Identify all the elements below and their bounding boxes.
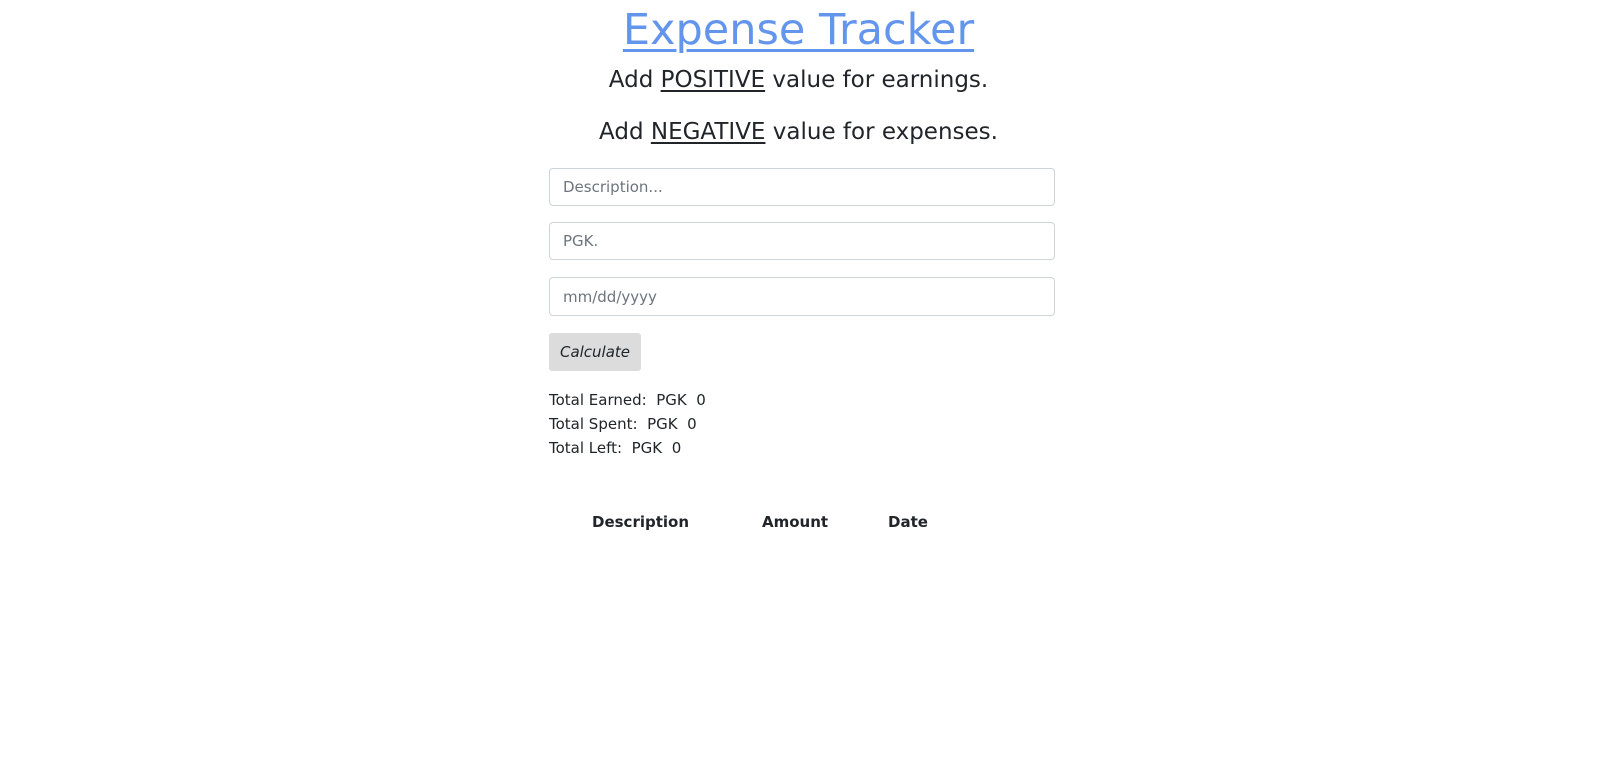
calculate-button[interactable]: Calculate <box>549 333 641 371</box>
column-header-amount: Amount <box>762 513 829 531</box>
total-left-currency: PGK <box>631 439 663 457</box>
total-earned-value: 0 <box>696 391 706 409</box>
page: Expense Tracker Add POSITIVE value for e… <box>0 0 1597 779</box>
negative-hint-prefix: Add <box>599 119 651 145</box>
positive-hint-suffix: value for earnings. <box>765 67 989 93</box>
positive-hint: Add POSITIVE value for earnings. <box>0 64 1597 96</box>
page-title-text[interactable]: Expense Tracker <box>623 5 974 55</box>
negative-hint: Add NEGATIVE value for expenses. <box>0 116 1597 148</box>
total-earned-currency: PGK <box>656 391 687 409</box>
total-spent-label: Total Spent: <box>549 415 638 433</box>
description-input[interactable] <box>549 168 1055 206</box>
totals-summary: Total Earned: PGK 0 Total Spent: PGK 0 T… <box>549 388 706 460</box>
total-earned-row: Total Earned: PGK 0 <box>549 388 706 412</box>
total-left-row: Total Left: PGK 0 <box>549 436 706 460</box>
total-spent-value: 0 <box>687 415 697 433</box>
total-spent-row: Total Spent: PGK 0 <box>549 412 706 436</box>
total-left-value: 0 <box>671 439 682 457</box>
amount-input[interactable] <box>549 222 1055 260</box>
total-earned-label: Total Earned: <box>549 391 647 409</box>
negative-hint-suffix: value for expenses. <box>765 119 998 145</box>
negative-keyword: NEGATIVE <box>650 119 766 145</box>
page-title: Expense Tracker <box>0 2 1597 58</box>
total-left-label: Total Left: <box>549 439 623 457</box>
positive-hint-prefix: Add <box>608 67 661 93</box>
total-spent-currency: PGK <box>647 415 678 433</box>
column-header-date: Date <box>888 513 928 531</box>
date-input[interactable] <box>549 277 1055 316</box>
column-header-description: Description <box>592 513 690 531</box>
positive-keyword: POSITIVE <box>660 67 766 93</box>
